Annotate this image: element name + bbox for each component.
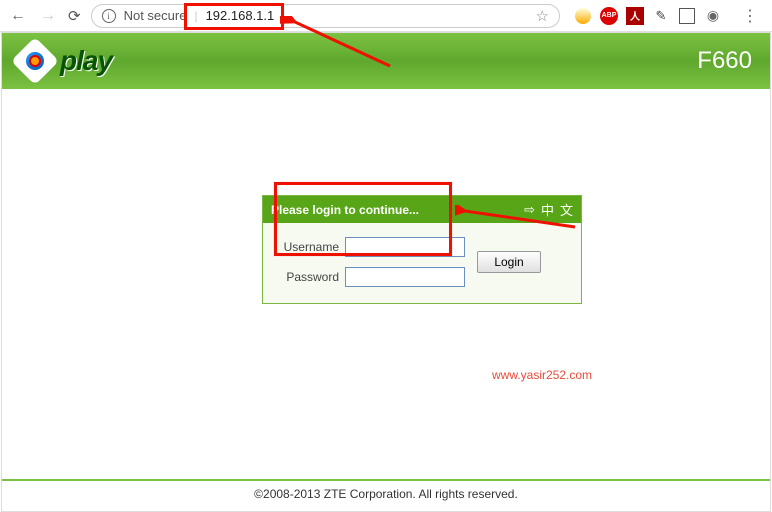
extension-picker-icon[interactable]: ✎: [652, 7, 670, 25]
login-title-bar: Please login to continue... ⇨ 中 文: [263, 196, 581, 223]
header-banner: play F660: [2, 33, 770, 89]
bookmark-star-icon[interactable]: ☆: [536, 7, 549, 25]
back-button[interactable]: ←: [8, 7, 28, 25]
extension-camera-icon[interactable]: ◉: [704, 7, 722, 25]
watermark-text: www.yasir252.com: [492, 368, 592, 382]
address-bar[interactable]: i Not secure | 192.168.1.1 ☆: [91, 4, 560, 28]
lang-option-zh1[interactable]: 中: [541, 200, 554, 219]
password-input[interactable]: [345, 267, 465, 287]
username-label: Username: [275, 240, 339, 254]
login-title: Please login to continue...: [271, 203, 419, 217]
language-switch[interactable]: ⇨ 中 文: [524, 200, 573, 219]
info-icon[interactable]: i: [102, 9, 116, 23]
username-row: Username: [275, 237, 465, 257]
password-row: Password: [275, 267, 465, 287]
brand-logo: play: [20, 45, 112, 77]
browser-menu-button[interactable]: ⋮: [736, 6, 764, 26]
username-input[interactable]: [345, 237, 465, 257]
device-model: F660: [697, 47, 752, 75]
extension-fullscreen-icon[interactable]: [678, 7, 696, 25]
login-panel: Please login to continue... ⇨ 中 文 Userna…: [262, 195, 582, 304]
security-status: Not secure: [124, 8, 187, 23]
page-content: play F660 Please login to continue... ⇨ …: [1, 32, 771, 512]
lang-option-zh2[interactable]: 文: [560, 200, 573, 219]
login-button[interactable]: Login: [477, 251, 541, 273]
extension-abp-icon[interactable]: ABP: [600, 7, 618, 25]
browser-toolbar: ← → ⟳ i Not secure | 192.168.1.1 ☆ ABP 人…: [0, 0, 772, 32]
logo-diamond-icon: [14, 40, 56, 82]
forward-button[interactable]: →: [38, 7, 58, 25]
url-text: 192.168.1.1: [206, 8, 275, 23]
password-label: Password: [275, 270, 339, 284]
login-form: Username Password Login: [263, 223, 581, 303]
reload-button[interactable]: ⟳: [68, 7, 81, 25]
extension-face-icon[interactable]: [574, 7, 592, 25]
lang-arrow-icon: ⇨: [524, 202, 535, 218]
footer-copyright: ©2008-2013 ZTE Corporation. All rights r…: [2, 479, 770, 501]
extension-icons: ABP 人 ✎ ◉: [570, 7, 726, 25]
brand-name: play: [60, 45, 112, 77]
extension-pdf-icon[interactable]: 人: [626, 7, 644, 25]
